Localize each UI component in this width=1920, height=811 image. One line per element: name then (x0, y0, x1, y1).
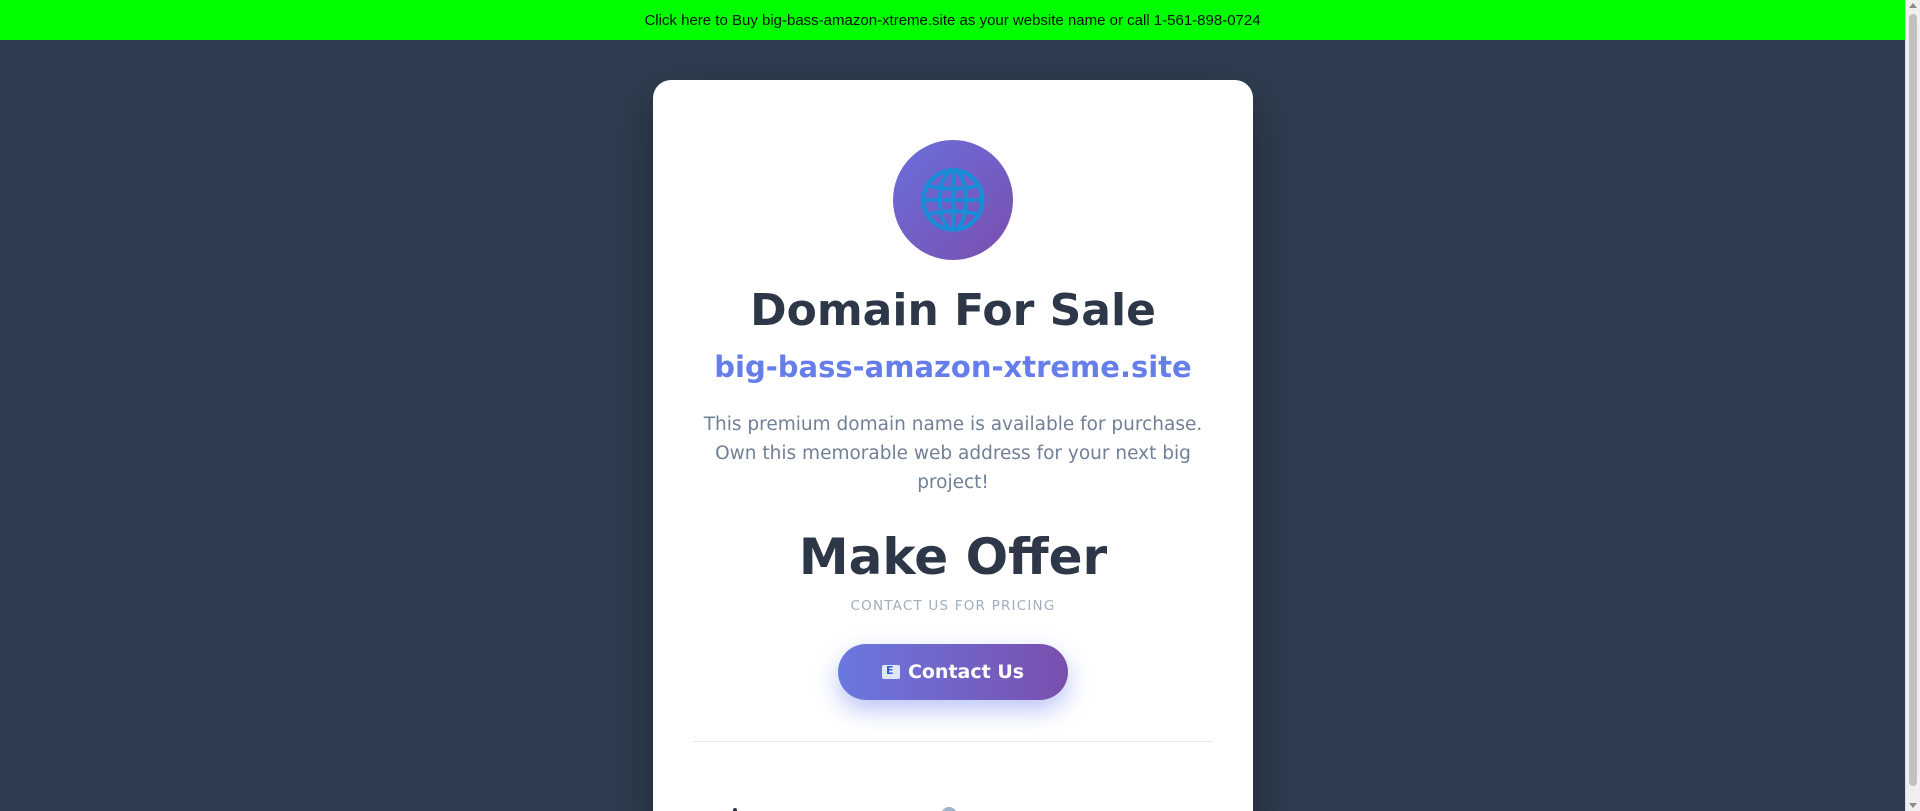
buy-domain-banner[interactable]: Click here to Buy big-bass-amazon-xtreme… (0, 0, 1905, 40)
globe-badge (893, 140, 1013, 260)
contact-us-label: Contact Us (907, 661, 1025, 683)
domain-name: big-bass-amazon-xtreme.site (714, 350, 1192, 384)
banner-text: Click here to Buy big-bass-amazon-xtreme… (644, 11, 1261, 29)
domain-sale-card: Domain For Sale big-bass-amazon-xtreme.s… (653, 80, 1253, 811)
scroll-down-arrow-icon[interactable] (1909, 803, 1917, 808)
contact-us-button[interactable]: Contact Us (838, 644, 1068, 700)
page-title: Domain For Sale (750, 285, 1156, 336)
globe-icon (921, 168, 985, 232)
card-divider (693, 741, 1213, 742)
feature-icon (941, 807, 957, 811)
scroll-up-arrow-icon[interactable] (1909, 3, 1917, 8)
mail-icon (881, 664, 900, 679)
pricing-note: CONTACT US FOR PRICING (850, 598, 1056, 614)
domain-description: This premium domain name is available fo… (703, 414, 1203, 493)
offer-heading: Make Offer (798, 528, 1108, 586)
scroll-thumb[interactable] (1909, 14, 1917, 786)
page-scrollbar[interactable] (1905, 0, 1920, 811)
